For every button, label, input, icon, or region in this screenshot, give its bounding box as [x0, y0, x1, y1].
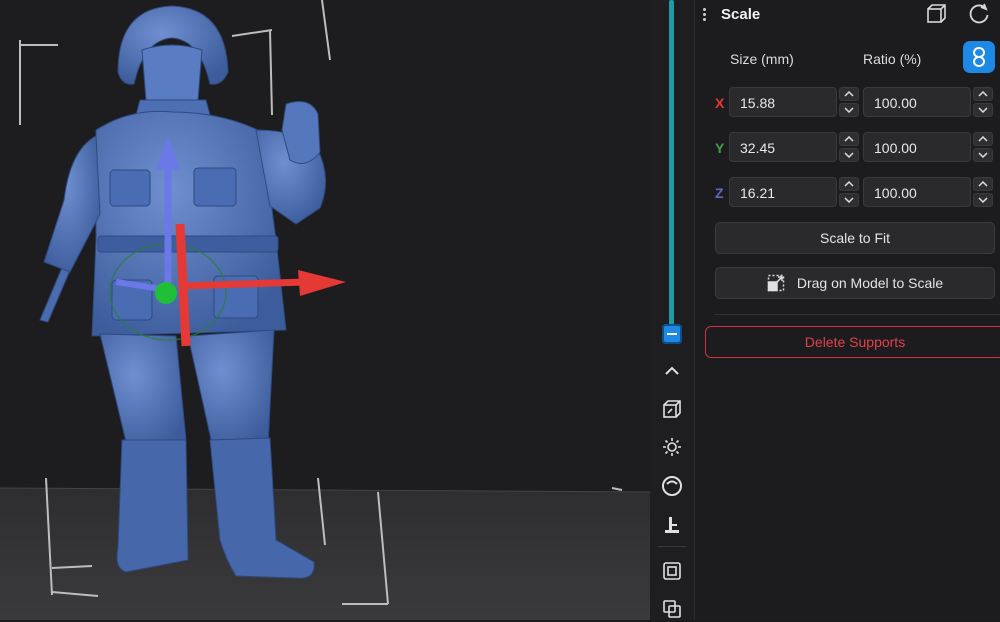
ratio-x-value: 100.00	[874, 95, 917, 111]
size-y-input[interactable]: 32.45	[729, 132, 837, 162]
delete-supports-label: Delete Supports	[804, 334, 906, 350]
axis-label-y: Y	[715, 140, 725, 156]
sphere-icon[interactable]	[659, 473, 685, 499]
ratio-y-value: 100.00	[874, 140, 917, 156]
decrement-icon[interactable]	[973, 193, 993, 207]
overlap-icon[interactable]	[659, 596, 685, 622]
increment-icon[interactable]	[839, 132, 859, 146]
panel-header: Scale	[695, 0, 1000, 30]
size-y-stepper[interactable]	[839, 132, 859, 162]
size-z-stepper[interactable]	[839, 177, 859, 207]
size-x-stepper[interactable]	[839, 87, 859, 117]
scale-to-fit-label: Scale to Fit	[819, 230, 891, 246]
ratio-z-input[interactable]: 100.00	[863, 177, 971, 207]
size-z-value: 16.21	[740, 185, 776, 201]
layer-slider-handle[interactable]	[662, 324, 682, 344]
bounding-box-icon[interactable]	[925, 3, 947, 30]
3d-viewport[interactable]	[0, 0, 650, 620]
increment-icon[interactable]	[973, 87, 993, 101]
layer-slider-strip	[650, 0, 694, 620]
ratio-y-stepper[interactable]	[973, 132, 993, 162]
panel-divider	[715, 314, 1000, 315]
increment-icon[interactable]	[839, 177, 859, 191]
support-icon[interactable]	[659, 512, 685, 538]
size-z-input[interactable]: 16.21	[729, 177, 837, 207]
delete-supports-button[interactable]: Delete Supports	[705, 326, 1000, 358]
layer-slider-track[interactable]	[669, 0, 674, 332]
decrement-icon[interactable]	[839, 103, 859, 117]
ratio-column-label: Ratio (%)	[863, 51, 922, 67]
cube-icon[interactable]	[659, 396, 685, 422]
drag-scale-label: Drag on Model to Scale	[796, 275, 944, 291]
decrement-icon[interactable]	[973, 148, 993, 162]
orbit-icon[interactable]	[659, 434, 685, 460]
decrement-icon[interactable]	[839, 148, 859, 162]
collapse-up-icon[interactable]	[659, 358, 685, 384]
size-x-input[interactable]: 15.88	[729, 87, 837, 117]
size-x-value: 15.88	[740, 95, 776, 111]
ratio-y-input[interactable]: 100.00	[863, 132, 971, 162]
link-icon	[973, 47, 985, 67]
decrement-icon[interactable]	[839, 193, 859, 207]
ratio-x-input[interactable]: 100.00	[863, 87, 971, 117]
scale-to-fit-button[interactable]: Scale to Fit	[715, 222, 995, 254]
increment-icon[interactable]	[973, 132, 993, 146]
increment-icon[interactable]	[973, 177, 993, 191]
axis-label-x: X	[715, 95, 725, 111]
size-y-value: 32.45	[740, 140, 776, 156]
axis-label-z: Z	[715, 185, 724, 201]
scale-panel: Scale Size (mm) Ratio (%) X 15.88 100.00…	[694, 0, 1000, 620]
drag-handle-icon[interactable]	[703, 8, 707, 22]
reset-icon[interactable]	[967, 3, 991, 32]
ratio-z-value: 100.00	[874, 185, 917, 201]
uniform-scale-lock-button[interactable]	[963, 41, 995, 73]
drag-scale-icon	[767, 274, 785, 292]
ratio-z-stepper[interactable]	[973, 177, 993, 207]
panel-title: Scale	[721, 6, 761, 23]
drag-to-scale-button[interactable]: Drag on Model to Scale	[715, 267, 995, 299]
size-column-label: Size (mm)	[730, 51, 794, 67]
increment-icon[interactable]	[839, 87, 859, 101]
decrement-icon[interactable]	[973, 103, 993, 117]
ratio-x-stepper[interactable]	[973, 87, 993, 117]
frame-icon[interactable]	[659, 558, 685, 584]
build-plate	[0, 488, 650, 620]
scene-canvas[interactable]	[0, 0, 650, 620]
toolbar-divider	[658, 546, 686, 547]
